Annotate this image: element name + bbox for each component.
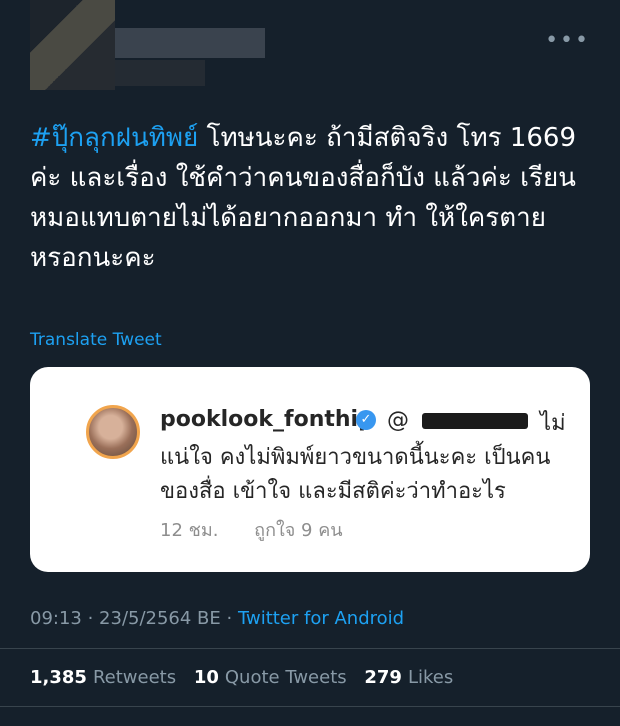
likes-count: 279 [364,667,402,688]
tweet-timestamp: 09:13 · 23/5/2564 BE · Twitter for Andro… [30,608,404,629]
avatar [86,405,140,459]
avatar-blurred[interactable] [30,0,115,90]
more-horizontal-icon[interactable]: ••• [545,28,590,53]
quote-tweets-stat[interactable]: 10 Quote Tweets [194,667,347,688]
timestamp-text[interactable]: 09:13 · 23/5/2564 BE · [30,608,238,629]
author-name-blurred[interactable] [115,28,265,58]
tweet-stats: 1,385 Retweets 10 Quote Tweets 279 Likes [30,667,465,688]
divider [0,648,620,649]
tweet-source-link[interactable]: Twitter for Android [238,608,404,629]
tweet-text: #ปุ๊กลุกฝนทิพย์ โทษนะคะ ถ้ามีสติจริง โทร… [30,118,595,278]
embedded-meta: 12 ชม. ถูกใจ 9 คน [160,515,373,544]
quotes-count: 10 [193,667,219,688]
embedded-comment-text: ไม่ แน่ใจ คงไม่พิมพ์ยาวขนาดนี้นะคะ เป็นค… [160,411,566,504]
author-handle-blurred[interactable] [115,60,205,86]
likes-label: Likes [407,667,454,688]
likes-stat[interactable]: 279 Likes [364,667,453,688]
retweets-label: Retweets [92,667,177,688]
tweet-header: ••• [0,0,620,100]
hashtag-link[interactable]: #ปุ๊กลุกฝนทิพย์ [30,123,198,153]
retweets-count: 1,385 [30,667,87,688]
embedded-likes: ถูกใจ 9 คน [254,520,343,541]
embedded-age: 12 ชม. [160,520,219,541]
divider [0,706,620,707]
embedded-instagram-comment-image[interactable]: pooklook_fonthip pooklook_fonthip ✓ @ ไม… [30,367,590,572]
quotes-label: Quote Tweets [224,667,347,688]
retweets-stat[interactable]: 1,385 Retweets [30,667,176,688]
translate-tweet-link[interactable]: Translate Tweet [30,330,162,350]
